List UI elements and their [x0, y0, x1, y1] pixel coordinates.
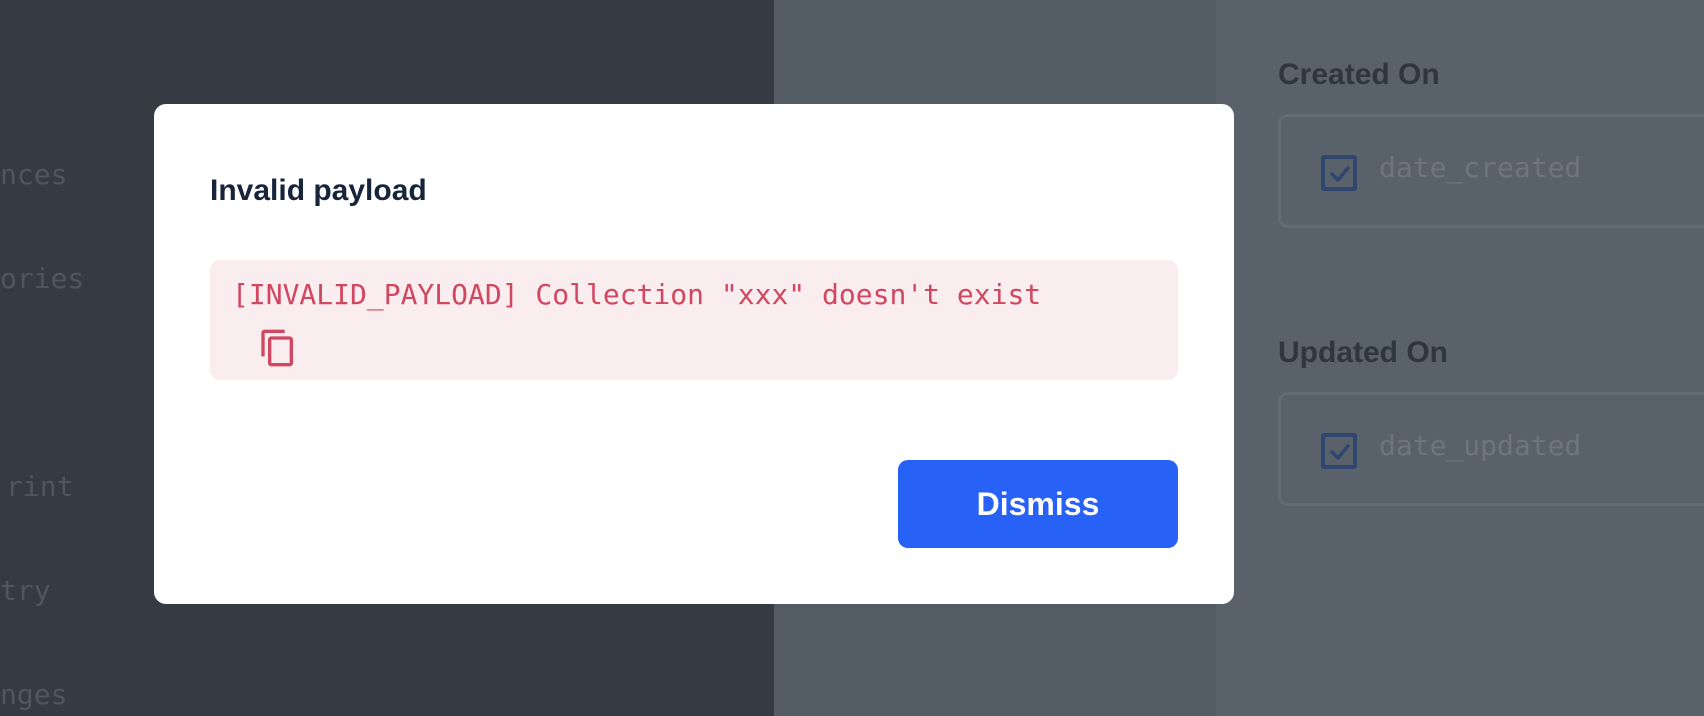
- checkbox-checked-icon[interactable]: [1321, 155, 1357, 191]
- created-on-value: date_created: [1379, 151, 1582, 184]
- sidebar-item[interactable]: rint: [6, 470, 73, 503]
- sidebar-item[interactable]: try: [0, 574, 51, 607]
- copy-icon[interactable]: [258, 328, 298, 368]
- created-on-label: Created On: [1278, 58, 1440, 91]
- sidebar-item[interactable]: nges: [0, 678, 67, 711]
- updated-on-label: Updated On: [1278, 336, 1448, 369]
- updated-on-value: date_updated: [1379, 429, 1582, 462]
- sidebar-item[interactable]: nces: [0, 158, 67, 191]
- error-message: [INVALID_PAYLOAD] Collection "xxx" doesn…: [232, 278, 1042, 311]
- sidebar-item[interactable]: ories: [0, 262, 84, 295]
- dismiss-button[interactable]: Dismiss: [898, 460, 1178, 548]
- checkbox-checked-icon[interactable]: [1321, 433, 1357, 469]
- dialog-title: Invalid payload: [210, 174, 427, 207]
- error-notice: [INVALID_PAYLOAD] Collection "xxx" doesn…: [210, 260, 1178, 380]
- error-dialog: Invalid payload [INVALID_PAYLOAD] Collec…: [154, 104, 1234, 604]
- updated-on-field[interactable]: date_updated: [1278, 392, 1704, 506]
- created-on-field[interactable]: date_created: [1278, 114, 1704, 228]
